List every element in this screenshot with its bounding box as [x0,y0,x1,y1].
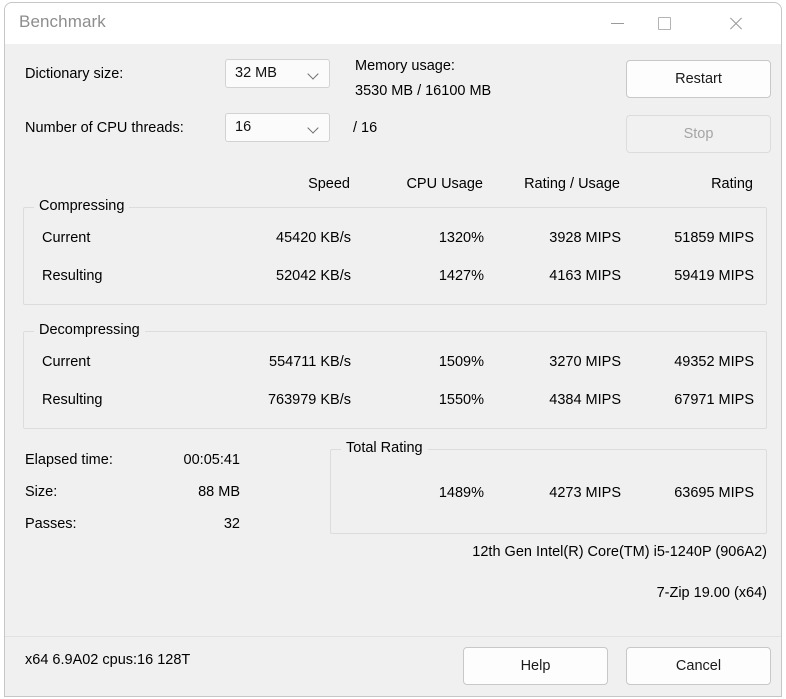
compressing-resulting-rating: 59419 MIPS [674,268,754,284]
cpu-info-text: 12th Gen Intel(R) Core(TM) i5-1240P (906… [472,544,767,560]
chevron-down-icon [309,124,318,133]
decompressing-legend: Decompressing [34,322,145,338]
compressing-resulting-label: Resulting [42,268,103,284]
compressing-current-cpu-usage: 1320% [438,230,484,246]
memory-usage-label: Memory usage: [355,58,455,74]
cpu-threads-max: / 16 [353,120,378,136]
compressing-current-rating: 51859 MIPS [674,230,754,246]
help-button[interactable]: Help [463,647,608,685]
close-button[interactable] [711,3,759,43]
title-bar: Benchmark [5,3,781,44]
column-header-cpu-usage: CPU Usage [406,176,483,192]
cpu-threads-label: Number of CPU threads: [25,120,184,136]
dictionary-size-label: Dictionary size: [25,66,124,82]
compressing-legend: Compressing [34,198,130,214]
window-title: Benchmark [19,12,106,31]
decompressing-group: Decompressing Current 554711 KB/s 1509% … [23,322,767,429]
compressing-resulting-cpu-usage: 1427% [438,268,484,284]
decompressing-resulting-cpu-usage: 1550% [438,392,484,408]
total-rating-cpu-usage: 1489% [438,485,484,501]
maximize-icon [657,16,671,30]
status-bar: x64 6.9A02 cpus:16 128T Help Cancel [5,636,781,696]
size-label: Size: [25,484,58,500]
compressing-current-speed: 45420 KB/s [276,230,351,246]
decompressing-resulting-rating-usage: 4384 MIPS [549,392,621,408]
minimize-button[interactable] [593,3,641,43]
cancel-button[interactable]: Cancel [626,647,771,685]
compressing-group: Compressing Current 45420 KB/s 1320% 392… [23,198,767,305]
cpu-threads-value: 16 [235,119,252,135]
decompressing-current-cpu-usage: 1509% [438,354,484,370]
decompressing-current-speed: 554711 KB/s [269,354,351,370]
dialog-body: Dictionary size: 32 MB Memory usage: 353… [5,44,781,696]
memory-usage-value: 3530 MB / 16100 MB [355,83,492,99]
column-header-rating: Rating [711,176,753,192]
decompressing-resulting-rating: 67971 MIPS [674,392,754,408]
column-header-rating-usage: Rating / Usage [524,176,620,192]
passes-value: 32 [223,516,240,532]
maximize-button[interactable] [640,3,688,43]
chevron-down-icon [309,70,318,79]
size-value: 88 MB [198,484,240,500]
passes-label: Passes: [25,516,77,532]
decompressing-current-label: Current [42,354,91,370]
column-header-speed: Speed [308,176,350,192]
elapsed-time-value: 00:05:41 [183,452,240,468]
version-info-text: 7-Zip 19.00 (x64) [656,585,767,601]
decompressing-resulting-label: Resulting [42,392,103,408]
dictionary-size-value: 32 MB [235,65,277,81]
compressing-resulting-speed: 52042 KB/s [276,268,351,284]
stop-button[interactable]: Stop [626,115,771,153]
dictionary-size-select[interactable]: 32 MB [225,59,330,88]
minimize-icon [610,22,624,24]
decompressing-resulting-speed: 763979 KB/s [267,392,351,408]
benchmark-window: Benchmark Dictionary size: 32 MB Memory … [4,2,782,697]
compressing-resulting-rating-usage: 4163 MIPS [549,268,621,284]
cpu-threads-select[interactable]: 16 [225,113,330,142]
total-rating-group: Total Rating 1489% 4273 MIPS 63695 MIPS [330,440,767,534]
restart-button[interactable]: Restart [626,60,771,98]
status-text: x64 6.9A02 cpus:16 128T [25,652,191,668]
compressing-current-rating-usage: 3928 MIPS [549,230,621,246]
compressing-current-label: Current [42,230,91,246]
total-rating-rating: 63695 MIPS [674,485,754,501]
total-rating-rating-usage: 4273 MIPS [549,485,621,501]
decompressing-current-rating: 49352 MIPS [674,354,754,370]
elapsed-time-label: Elapsed time: [25,452,113,468]
total-rating-legend: Total Rating [341,440,428,456]
decompressing-current-rating-usage: 3270 MIPS [549,354,621,370]
close-icon [728,16,743,31]
